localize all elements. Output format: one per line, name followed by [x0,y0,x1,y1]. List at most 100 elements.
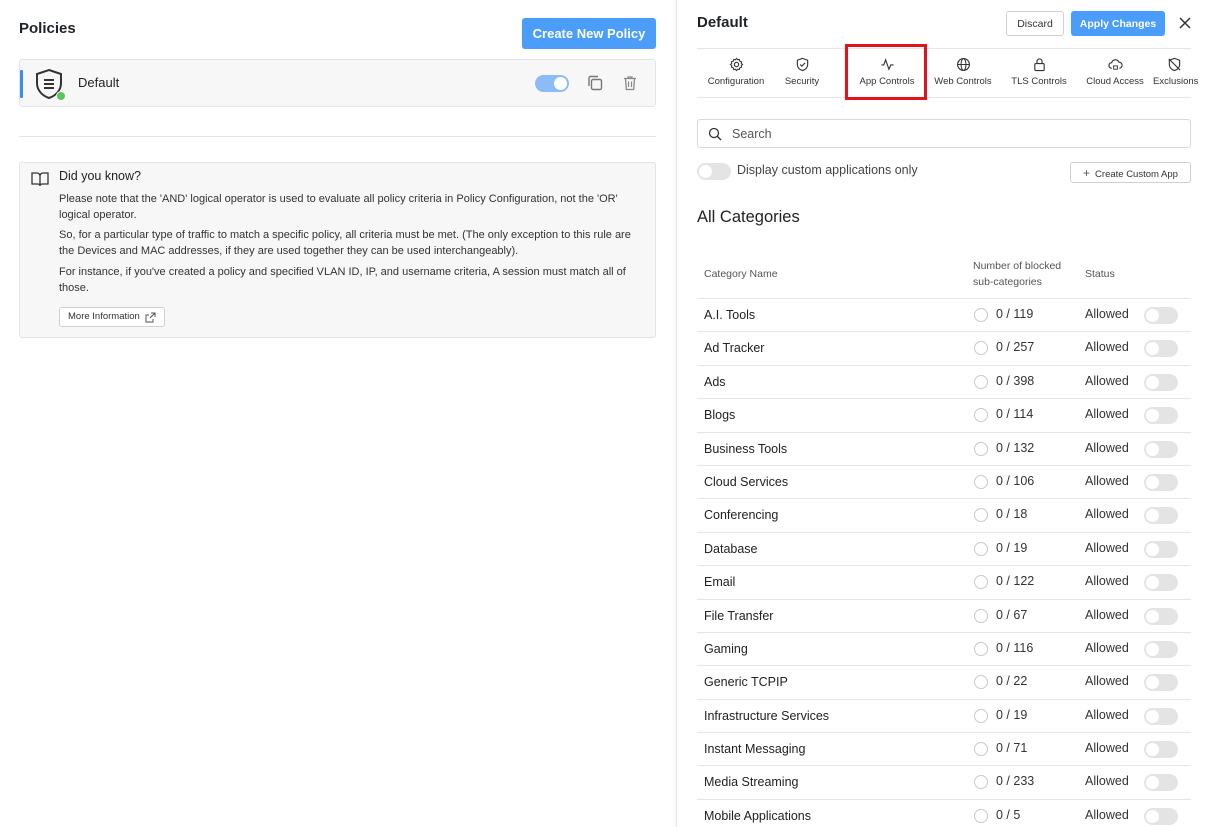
delete-icon[interactable] [621,74,639,92]
custom-apps-only-toggle[interactable] [697,163,731,180]
external-link-icon [145,312,156,322]
search-icon [708,127,722,141]
table-row[interactable]: Business Tools 0 / 132 Allowed [697,433,1191,466]
table-row[interactable]: Generic TCPIP 0 / 22 Allowed [697,666,1191,700]
block-toggle[interactable] [1144,373,1178,391]
category-name: Media Streaming [704,775,799,790]
create-new-policy-button[interactable]: Create New Policy [522,18,656,49]
tab-configuration[interactable]: Configuration [697,49,775,97]
apply-changes-button[interactable]: Apply Changes [1071,11,1165,36]
policy-status-dot [56,91,66,101]
block-toggle[interactable] [1144,440,1178,458]
column-header-blocked-line2: sub-categories [973,275,1042,288]
tab-label: Exclusions [1153,76,1199,87]
book-icon [31,172,49,187]
status-text: Allowed [1085,741,1129,756]
status-text: Allowed [1085,307,1129,321]
tab-label: App Controls [859,76,915,87]
blocked-count: 0 / 122 [996,574,1035,589]
block-toggle[interactable] [1144,607,1178,625]
category-name: Business Tools [704,441,788,456]
table-row[interactable]: Infrastructure Services 0 / 19 Allowed [697,700,1191,734]
category-name: Cloud Services [704,474,789,489]
lock-icon [1033,58,1045,72]
table-row[interactable]: Mobile Applications 0 / 5 Allowed [697,800,1191,827]
block-toggle[interactable] [1144,640,1178,658]
table-row[interactable]: Ads 0 / 398 Allowed [697,366,1191,400]
status-text: Allowed [1085,373,1129,388]
status-text: Allowed [1085,540,1129,555]
policy-enable-toggle[interactable] [535,75,569,92]
tab-cloud-access[interactable]: Cloud Access [1079,49,1151,97]
column-header-name: Category Name [704,268,778,280]
block-toggle[interactable] [1144,407,1178,425]
category-name: Database [704,541,758,556]
tab-label: Configuration [707,76,765,87]
blocked-count: 0 / 114 [996,407,1034,422]
search-box[interactable] [697,119,1191,148]
block-toggle[interactable] [1144,774,1178,792]
search-input[interactable] [732,124,1172,144]
tab-label: TLS Controls [1011,76,1067,87]
table-row[interactable]: Conferencing 0 / 18 Allowed [697,499,1191,533]
policy-name: Default [78,75,120,90]
close-icon[interactable] [1177,15,1193,31]
blocked-count: 0 / 119 [996,307,1034,321]
table-row[interactable]: Database 0 / 19 Allowed [697,533,1191,567]
tab-web-controls[interactable]: Web Controls [927,49,999,97]
blocked-progress-icon [974,374,988,389]
custom-apps-only-label: Display custom applications only [737,163,918,177]
status-text: Allowed [1085,607,1129,622]
table-row[interactable]: A.I. Tools 0 / 119 Allowed [697,299,1191,333]
blocked-count: 0 / 116 [996,640,1034,655]
table-row[interactable]: Email 0 / 122 Allowed [697,566,1191,600]
block-toggle[interactable] [1144,307,1178,324]
tab-security[interactable]: Security [779,49,825,97]
table-row[interactable]: Gaming 0 / 116 Allowed [697,633,1191,667]
tab-exclusions[interactable]: Exclusions [1153,49,1199,97]
blocked-progress-icon [974,441,988,456]
blocked-progress-icon [974,608,988,623]
category-name: Instant Messaging [704,742,806,757]
block-toggle[interactable] [1144,507,1178,525]
more-information-label: More Information [68,311,140,322]
policy-card-default[interactable]: Default [19,59,656,107]
discard-button[interactable]: Discard [1006,11,1064,36]
tab-app-controls[interactable]: App Controls [848,49,926,97]
tab-tls-controls[interactable]: TLS Controls [1001,49,1077,97]
table-row[interactable]: Ad Tracker 0 / 257 Allowed [697,332,1191,366]
block-toggle[interactable] [1144,473,1178,491]
block-toggle[interactable] [1144,807,1178,825]
table-row[interactable]: Instant Messaging 0 / 71 Allowed [697,733,1191,767]
category-name: A.I. Tools [704,308,756,322]
blocked-progress-icon [974,808,988,823]
globe-icon [956,58,970,71]
info-paragraph: So, for a particular type of traffic to … [59,229,631,257]
create-custom-app-button[interactable]: + Create Custom App [1070,162,1191,183]
duplicate-icon[interactable] [586,74,604,92]
blocked-progress-icon [974,341,988,356]
activity-icon [880,58,894,71]
blocked-count: 0 / 233 [996,774,1035,789]
block-toggle[interactable] [1144,707,1178,725]
table-row[interactable]: File Transfer 0 / 67 Allowed [697,600,1191,633]
blocked-progress-icon [974,474,988,489]
category-name: Mobile Applications [704,808,812,823]
status-text: Allowed [1085,774,1129,789]
cloud-lock-icon [1107,59,1123,70]
policies-panel: Policies Create New Policy Default Did y… [0,0,676,827]
table-row[interactable]: Cloud Services 0 / 106 Allowed [697,466,1191,500]
section-title: All Categories [697,208,800,226]
block-toggle[interactable] [1144,674,1178,692]
blocked-count: 0 / 19 [996,707,1028,722]
tab-label: Security [784,76,820,87]
category-name: Ads [704,374,726,389]
blocked-progress-icon [974,742,988,757]
more-information-button[interactable]: More Information [59,307,165,327]
table-row[interactable]: Blogs 0 / 114 Allowed [697,399,1191,433]
table-row[interactable]: Media Streaming 0 / 233 Allowed [697,766,1191,800]
block-toggle[interactable] [1144,340,1178,358]
block-toggle[interactable] [1144,540,1178,558]
block-toggle[interactable] [1144,741,1178,759]
block-toggle[interactable] [1144,574,1178,592]
